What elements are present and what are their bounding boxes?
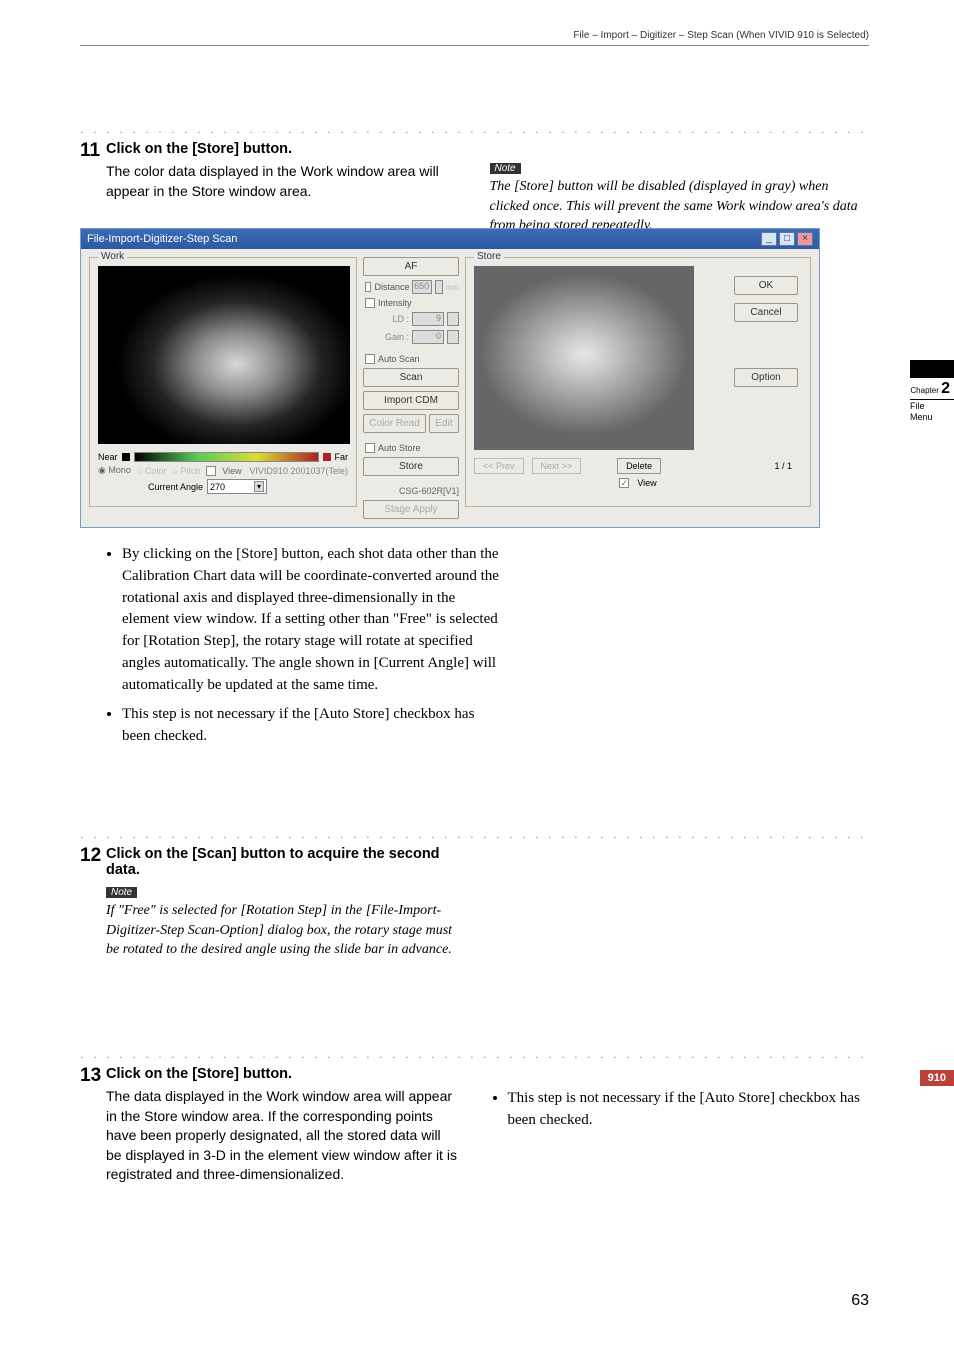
- work-label: Work: [98, 251, 127, 262]
- minimize-icon[interactable]: _: [761, 232, 777, 246]
- mid-controls: AF Distance 650 mm Intensity LD :9 Gain …: [363, 257, 459, 519]
- step-12-note: If "Free" is selected for [Rotation Step…: [106, 901, 466, 960]
- chevron-down-icon: ▾: [254, 481, 264, 492]
- step-11-title: Click on the [Store] button.: [106, 141, 460, 157]
- autostore-checkbox[interactable]: [365, 443, 375, 453]
- close-icon[interactable]: ×: [797, 232, 813, 246]
- step-number-13: 13: [80, 1066, 106, 1185]
- autoscan-checkbox[interactable]: [365, 354, 375, 364]
- option-button[interactable]: Option: [734, 368, 798, 387]
- import-cdm-button[interactable]: Import CDM: [363, 391, 459, 410]
- stage-apply-button[interactable]: Stage Apply: [363, 500, 459, 519]
- pitch-radio[interactable]: ○ Pitch: [172, 466, 200, 476]
- bullet: By clicking on the [Store] button, each …: [122, 544, 502, 696]
- near-swatch: [122, 453, 130, 461]
- divider: · · · · · · · · · · · · · · · · · · · · …: [80, 830, 869, 842]
- autostore-label: Auto Store: [378, 443, 421, 453]
- current-angle-dropdown[interactable]: 270▾: [207, 479, 267, 494]
- breadcrumb: File – Import – Digitizer – Step Scan (W…: [573, 30, 869, 41]
- step-13-text: The data displayed in the Work window ar…: [106, 1087, 460, 1185]
- store-label: Store: [474, 251, 504, 262]
- ld-label: LD :: [392, 314, 409, 324]
- work-panel: Work Near Far ◉ Mono ○ Color ○ Pitch Vie…: [89, 257, 357, 507]
- step-13-bullets: This step is not necessary if the [Auto …: [490, 1088, 870, 1132]
- prev-button[interactable]: << Prev: [474, 458, 524, 474]
- page-number: 63: [851, 1292, 869, 1310]
- step-number-11: 11: [80, 141, 106, 201]
- work-preview: [98, 266, 350, 444]
- mono-radio[interactable]: ◉ Mono: [98, 465, 131, 476]
- view-checkbox[interactable]: [206, 466, 216, 476]
- next-button[interactable]: Next >>: [532, 458, 582, 474]
- side-tab: Chapter 2 FileMenu: [910, 360, 954, 423]
- far-label: Far: [335, 452, 349, 462]
- autoscan-label: Auto Scan: [378, 354, 420, 364]
- distance-checkbox[interactable]: [365, 282, 371, 292]
- cancel-button[interactable]: Cancel: [734, 303, 798, 322]
- device-label: VIVID910 2001037(Tele): [249, 466, 348, 476]
- divider: · · · · · · · · · · · · · · · · · · · · …: [80, 1050, 869, 1062]
- ok-button[interactable]: OK: [734, 276, 798, 295]
- distance-unit: mm: [446, 283, 459, 292]
- distance-spin[interactable]: [435, 280, 443, 294]
- gain-label: Gain :: [385, 332, 409, 342]
- gain-spin[interactable]: [447, 330, 459, 344]
- store-button[interactable]: Store: [363, 457, 459, 476]
- ld-input[interactable]: 9: [412, 312, 444, 326]
- current-angle-label: Current Angle: [148, 482, 203, 492]
- delete-button[interactable]: Delete: [617, 458, 661, 474]
- store-preview: [474, 266, 694, 450]
- near-far-bar: [134, 452, 319, 462]
- maximize-icon[interactable]: □: [779, 232, 795, 246]
- bullet: This step is not necessary if the [Auto …: [508, 1088, 870, 1132]
- dialog-titlebar: File-Import-Digitizer-Step Scan _□×: [81, 229, 819, 249]
- note-tag: Note: [490, 163, 521, 174]
- view-checkbox-label: View: [222, 466, 241, 476]
- divider: · · · · · · · · · · · · · · · · · · · · …: [80, 125, 869, 137]
- intensity-checkbox[interactable]: [365, 298, 375, 308]
- af-button[interactable]: AF: [363, 257, 459, 276]
- gain-input[interactable]: 0: [412, 330, 444, 344]
- step-11-text: The color data displayed in the Work win…: [106, 162, 460, 201]
- store-view-checkbox[interactable]: ✓: [619, 478, 629, 488]
- page-counter: 1 / 1: [774, 461, 792, 471]
- stage-label: CSG-602R[V1]: [363, 486, 459, 496]
- header-rule: [80, 45, 869, 46]
- scan-button[interactable]: Scan: [363, 368, 459, 387]
- badge-910: 910: [920, 1070, 954, 1086]
- distance-label: Distance: [374, 282, 409, 292]
- ld-spin[interactable]: [447, 312, 459, 326]
- window-buttons: _□×: [759, 232, 813, 246]
- store-panel: Store << Prev Next >> Delete 1 / 1 ✓View…: [465, 257, 811, 507]
- store-view-label: View: [637, 478, 656, 488]
- distance-input[interactable]: 650: [412, 280, 432, 294]
- dialog-title: File-Import-Digitizer-Step Scan: [87, 233, 237, 245]
- step-11-bullets: By clicking on the [Store] button, each …: [122, 544, 502, 756]
- step-11-note: The [Store] button will be disabled (dis…: [490, 177, 870, 236]
- step-13-title: Click on the [Store] button.: [106, 1066, 460, 1082]
- color-radio[interactable]: ○ Color: [137, 466, 166, 476]
- far-swatch: [323, 453, 331, 461]
- bullet: This step is not necessary if the [Auto …: [122, 704, 502, 748]
- dialog-step-scan: File-Import-Digitizer-Step Scan _□× Work…: [80, 228, 820, 528]
- intensity-label: Intensity: [378, 298, 412, 308]
- edit-button[interactable]: Edit: [429, 414, 459, 433]
- note-tag: Note: [106, 887, 137, 898]
- near-label: Near: [98, 452, 118, 462]
- step-12-title: Click on the [Scan] button to acquire th…: [106, 846, 466, 878]
- step-number-12: 12: [80, 846, 106, 960]
- color-read-button[interactable]: Color Read: [363, 414, 426, 433]
